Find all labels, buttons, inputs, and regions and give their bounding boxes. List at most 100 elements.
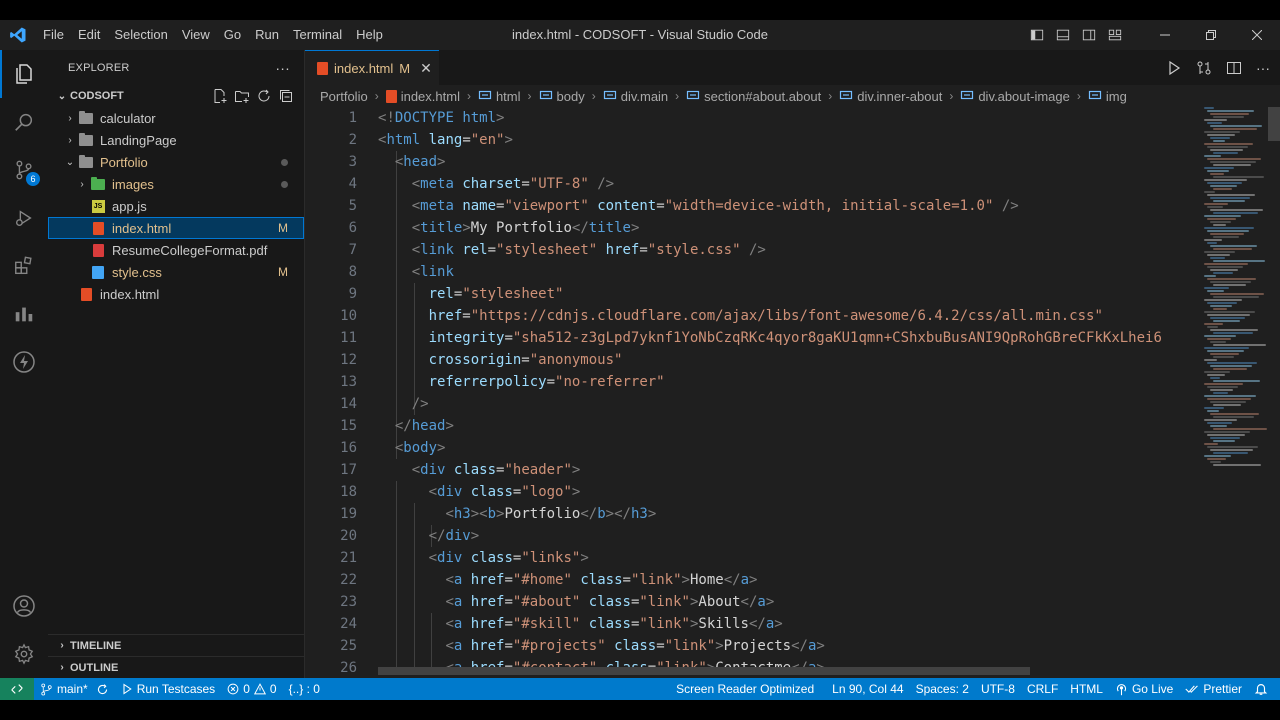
restore-icon[interactable] [1188,20,1234,50]
new-folder-icon[interactable] [234,88,250,104]
tree-item-label: Portfolio [100,154,148,170]
minimap-line [1204,347,1249,349]
tree-folder[interactable]: ⌄ Portfolio [48,151,304,173]
extensions-icon[interactable] [0,242,48,290]
outline-section[interactable]: › OUTLINE [48,656,304,678]
new-file-icon[interactable] [212,88,228,104]
language-mode[interactable]: HTML [1064,678,1109,700]
horizontal-scroll-thumb[interactable] [378,667,1030,675]
minimap-line [1204,287,1229,289]
account-icon[interactable] [0,582,48,630]
tree-file[interactable]: ResumeCollegeFormat.pdf [48,239,304,261]
compare-changes-icon[interactable] [1196,60,1212,76]
workspace-section[interactable]: ⌄ CODSOFT [48,85,304,107]
change-dot [281,177,288,191]
error-icon [227,683,239,695]
minimap-line [1213,440,1235,442]
sync-icon[interactable] [96,683,109,696]
collapse-all-icon[interactable] [278,88,294,104]
run-testcases-button[interactable]: Run Testcases [115,678,222,700]
minimap-line [1213,344,1266,346]
prettier-status[interactable]: Prettier [1179,678,1248,700]
encoding-status[interactable]: UTF-8 [975,678,1021,700]
explorer-icon[interactable] [0,50,48,98]
split-editor-icon[interactable] [1226,60,1242,76]
code-line: </div> [428,528,480,544]
minimap-line [1210,233,1244,235]
source-control-icon[interactable]: 6 [0,146,48,194]
letterbox-top [0,0,1280,20]
gear-icon[interactable] [0,630,48,678]
breadcrumb-item[interactable]: img [1088,89,1127,104]
menu-selection[interactable]: Selection [107,20,174,50]
line-number: 18 [340,484,357,500]
code-line: <body> [394,440,446,456]
tree-file[interactable]: index.html M [48,217,304,239]
code-editor[interactable]: 1 2 3 4 5 6 7 8 9 10 11 12 13 14 15 16 17 18 19 20 21 22 23 24 2… [305,107,1200,672]
menu-file[interactable]: File [36,20,71,50]
lightning-icon[interactable] [0,338,48,386]
chevron-right-icon: › [60,662,64,673]
minimap-line [1204,215,1241,217]
tree-file[interactable]: index.html [48,283,304,305]
tree-folder[interactable]: › images [48,173,304,195]
breadcrumb-item[interactable]: div.main [603,89,668,104]
minimap-line [1207,206,1223,208]
toggle-panel-icon[interactable] [1050,20,1076,50]
breadcrumb-item[interactable]: section#about.about [686,89,821,104]
remote-indicator-icon[interactable] [0,678,34,700]
eol-status[interactable]: CRLF [1021,678,1064,700]
html-file-icon [78,286,94,302]
timeline-section[interactable]: › TIMELINE [48,634,304,656]
minimap-line [1213,128,1257,130]
more-actions-icon[interactable]: ··· [275,60,290,76]
menu-go[interactable]: Go [217,20,248,50]
json-indicator[interactable]: {..} : 0 [283,678,326,700]
search-icon[interactable] [0,98,48,146]
minimap[interactable] [1200,107,1270,672]
run-icon[interactable] [1166,60,1182,76]
notifications-icon[interactable] [1248,678,1280,700]
minimap-line [1210,461,1221,463]
minimap-line [1204,251,1235,253]
breadcrumb-item[interactable]: body [539,89,585,104]
menu-run[interactable]: Run [248,20,286,50]
menu-view[interactable]: View [175,20,217,50]
tree-file[interactable]: JS app.js [48,195,304,217]
breadcrumb-item[interactable]: Portfolio [320,89,368,104]
menu-terminal[interactable]: Terminal [286,20,349,50]
breadcrumb-item[interactable]: div.about-image [960,89,1070,104]
breadcrumb-item[interactable]: index.html [385,89,460,104]
minimize-icon[interactable] [1142,20,1188,50]
vertical-scrollbar[interactable] [1268,107,1280,672]
refresh-icon[interactable] [256,88,272,104]
problems-status[interactable]: 0 0 [221,678,282,700]
minimap-line [1207,338,1231,340]
screen-reader-status[interactable]: Screen Reader Optimized [670,678,820,700]
menu-help[interactable]: Help [349,20,390,50]
minimap-line [1213,284,1246,286]
chevron-right-icon: › [68,134,72,146]
run-debug-icon[interactable] [0,194,48,242]
toggle-primary-sidebar-icon[interactable] [1024,20,1050,50]
tab-index-html[interactable]: index.html M ✕ [305,50,439,85]
toggle-secondary-sidebar-icon[interactable] [1076,20,1102,50]
tree-folder[interactable]: › LandingPage [48,129,304,151]
tree-folder[interactable]: › calculator [48,107,304,129]
branch-status[interactable]: main* [34,678,115,700]
go-live-button[interactable]: Go Live [1109,678,1179,700]
vertical-scroll-thumb[interactable] [1268,107,1280,141]
close-window-icon[interactable] [1234,20,1280,50]
editor-more-icon[interactable]: ··· [1256,60,1270,76]
line-number: 13 [340,374,357,390]
cursor-position[interactable]: Ln 90, Col 44 [826,678,909,700]
menu-edit[interactable]: Edit [71,20,107,50]
breadcrumb-item[interactable]: div.inner-about [839,89,942,104]
breadcrumb-item[interactable]: html [478,89,521,104]
customize-layout-icon[interactable] [1102,20,1128,50]
close-icon[interactable]: ✕ [420,60,432,77]
tree-file[interactable]: style.css M [48,261,304,283]
indentation-status[interactable]: Spaces: 2 [910,678,975,700]
chart-icon[interactable] [0,290,48,338]
minimap-line [1207,134,1235,136]
